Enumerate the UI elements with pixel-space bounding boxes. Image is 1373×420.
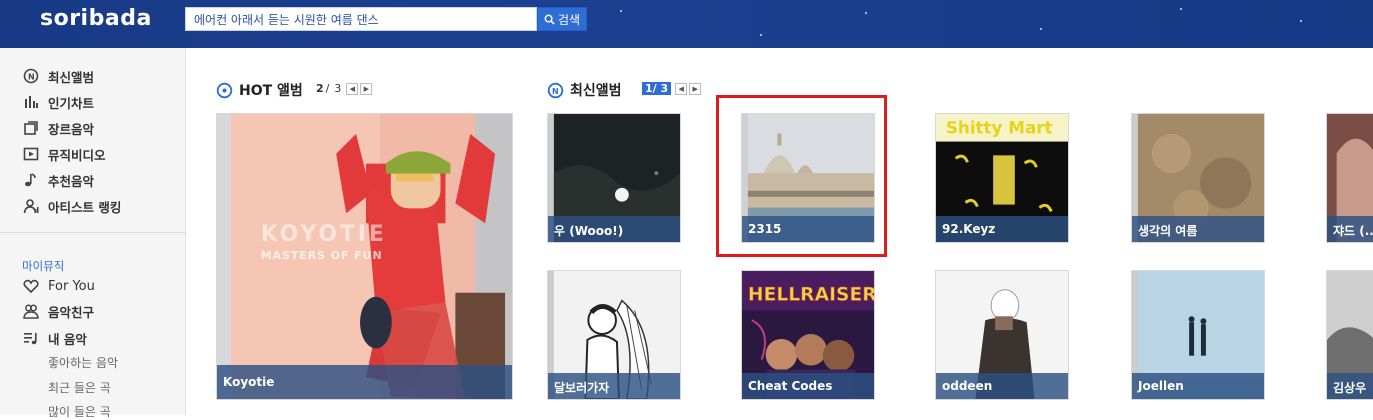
album-caption: 우 (Wooo!) xyxy=(548,216,680,242)
search-input[interactable]: 에어컨 아래서 듣는 시원한 여름 댄스 xyxy=(185,7,537,31)
heart-icon xyxy=(22,277,40,295)
star-decoration xyxy=(1180,8,1182,10)
sidebar-item-label: 뮤직비디오 xyxy=(48,147,106,163)
album-card[interactable]: 우 (Wooo!) xyxy=(547,113,681,243)
album-card[interactable]: 쟈드 (... xyxy=(1326,113,1373,243)
latest-current-page: 1 xyxy=(645,82,653,95)
star-decoration xyxy=(760,34,762,36)
album-card[interactable]: 생각의 여름 xyxy=(1131,113,1265,243)
selection-highlight-box xyxy=(716,95,887,257)
sidebar-item-music-friends[interactable]: 음악친구 xyxy=(22,301,94,321)
album-art-text: HELLRAISERS xyxy=(748,285,874,306)
search-icon xyxy=(544,14,555,25)
mymusic-section-title: 마이뮤직 xyxy=(22,259,65,273)
album-caption: 생각의 여름 xyxy=(1132,216,1264,242)
album-caption: oddeen xyxy=(936,373,1068,399)
sidebar: N 최신앨범 인기차트 장르음악 뮤직비디오 추천음악 아티스트 랭킹 마이뮤직… xyxy=(0,48,186,419)
hot-album-card[interactable]: KOYOTIE MASTERS OF FUN Koyotie xyxy=(216,113,513,400)
soribada-logo[interactable]: soribada xyxy=(40,6,152,31)
sidebar-sub-item-recent[interactable]: 최근 들은 곡 xyxy=(48,379,111,396)
hot-current-page: 2 xyxy=(316,82,324,95)
sidebar-item-music-video[interactable]: 뮤직비디오 xyxy=(22,144,106,164)
sidebar-item-for-you[interactable]: For You xyxy=(22,276,95,296)
sidebar-item-artist-ranking[interactable]: 아티스트 랭킹 xyxy=(22,196,121,216)
search-button-label: 검색 xyxy=(557,12,581,27)
album-caption: Cheat Codes xyxy=(742,373,874,399)
album-art-text: Shitty Mart xyxy=(946,118,1053,138)
sidebar-divider xyxy=(0,232,186,233)
sidebar-item-my-music[interactable]: 내 음악 xyxy=(22,328,87,348)
hot-album-title: HOT 앨범 xyxy=(239,83,303,99)
hot-prev-page-button[interactable]: ◀ xyxy=(346,82,359,95)
album-card[interactable]: oddeen xyxy=(935,270,1069,400)
sidebar-item-label: 음악친구 xyxy=(48,304,95,320)
album-caption: 김상우 xyxy=(1327,373,1373,399)
album-caption: Joellen xyxy=(1132,373,1264,399)
latest-album-pager: 1/ 3 ◀ ▶ xyxy=(642,82,702,95)
hot-album-heading: HOT 앨범 xyxy=(216,80,303,100)
sidebar-item-recommended[interactable]: 추천음악 xyxy=(22,170,94,190)
sidebar-item-charts[interactable]: 인기차트 xyxy=(22,92,94,112)
album-caption: 쟈드 (... xyxy=(1327,216,1373,242)
album-card[interactable]: HELLRAISERS Cheat Codes xyxy=(741,270,875,400)
sidebar-sub-item-liked[interactable]: 좋아하는 음악 xyxy=(48,354,118,371)
latest-total-pages: 3 xyxy=(660,82,669,95)
sidebar-item-label: 아티스트 랭킹 xyxy=(48,199,122,215)
genre-icon xyxy=(22,119,40,137)
hot-album-art-subtext: MASTERS OF FUN xyxy=(261,249,383,262)
hot-album-cover: KOYOTIE MASTERS OF FUN xyxy=(217,114,512,399)
sidebar-item-genre[interactable]: 장르음악 xyxy=(22,118,94,138)
playlist-icon xyxy=(22,329,40,347)
svg-text:N: N xyxy=(28,73,35,82)
sidebar-sub-item-most-played[interactable]: 많이 들은 곡 xyxy=(48,403,111,420)
star-decoration xyxy=(1040,28,1042,30)
album-caption: 92.Keyz xyxy=(936,216,1068,242)
album-caption: 달보러가자 xyxy=(548,373,680,399)
sidebar-item-label: 최신앨범 xyxy=(48,69,95,85)
album-card[interactable]: Joellen xyxy=(1131,270,1265,400)
latest-page-indicator: 1/ 3 xyxy=(642,82,672,95)
star-decoration xyxy=(865,12,867,14)
star-decoration xyxy=(1300,20,1302,22)
hot-page-separator: / xyxy=(325,82,330,95)
hot-album-pager: 2 / 3 ◀ ▶ xyxy=(316,82,373,95)
artist-ranking-icon xyxy=(22,197,40,215)
hot-album-art-text: KOYOTIE xyxy=(261,222,387,247)
album-card[interactable]: Shitty Mart 92.Keyz xyxy=(935,113,1069,243)
top-header: soribada 에어컨 아래서 듣는 시원한 여름 댄스 검색 xyxy=(0,0,1373,48)
hot-album-icon xyxy=(216,82,233,98)
latest-next-page-button[interactable]: ▶ xyxy=(689,82,702,95)
svg-text:N: N xyxy=(552,87,559,96)
chart-icon xyxy=(22,93,40,111)
latest-album-icon: N xyxy=(547,82,564,98)
sidebar-item-label: For You xyxy=(48,278,95,294)
sidebar-item-label: 인기차트 xyxy=(48,95,95,111)
sidebar-item-label: 추천음악 xyxy=(48,173,95,189)
music-note-icon xyxy=(22,171,40,189)
latest-album-heading: N 최신앨범 xyxy=(547,80,622,100)
star-decoration xyxy=(620,10,622,12)
hot-total-pages: 3 xyxy=(334,82,342,95)
video-play-icon xyxy=(22,145,40,163)
album-card[interactable]: 달보러가자 xyxy=(547,270,681,400)
latest-page-separator: / xyxy=(652,82,657,95)
album-caption: Koyotie xyxy=(217,365,512,399)
new-album-icon: N xyxy=(22,67,40,85)
hot-next-page-button[interactable]: ▶ xyxy=(360,82,373,95)
friends-icon xyxy=(22,302,40,320)
search-button[interactable]: 검색 xyxy=(537,7,587,31)
latest-album-title: 최신앨범 xyxy=(570,83,622,99)
latest-prev-page-button[interactable]: ◀ xyxy=(675,82,688,95)
sidebar-item-latest-albums[interactable]: N 최신앨범 xyxy=(22,66,94,86)
sidebar-item-label: 장르음악 xyxy=(48,121,95,137)
sidebar-item-label: 내 음악 xyxy=(48,331,87,347)
album-card[interactable]: 김상우 xyxy=(1326,270,1373,400)
